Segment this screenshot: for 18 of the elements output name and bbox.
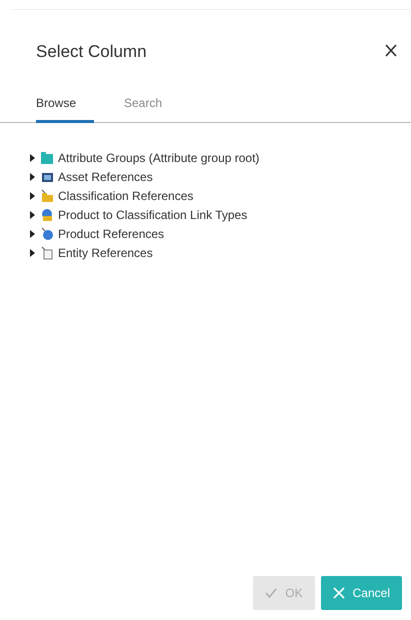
expand-arrow-icon[interactable] (28, 249, 36, 257)
expand-arrow-icon[interactable] (28, 230, 36, 238)
expand-arrow-icon[interactable] (28, 211, 36, 219)
close-icon (332, 587, 345, 599)
tree-item[interactable]: Asset References (58, 170, 153, 184)
tab[interactable]: Search (124, 92, 182, 123)
expand-arrow-icon[interactable] (28, 192, 36, 200)
tree-item[interactable]: Product to Classification Link Types (58, 208, 248, 222)
close-icon (385, 44, 397, 57)
tree-item[interactable]: Classification References (58, 189, 194, 203)
dialog-title: Select Column (36, 42, 147, 62)
expand-arrow-icon[interactable] (28, 154, 36, 162)
expand-arrow-icon[interactable] (28, 173, 36, 181)
tree-item[interactable]: Product References (58, 227, 164, 241)
check-icon (265, 587, 278, 599)
tab[interactable]: Browse (36, 92, 94, 123)
tree-item[interactable]: Attribute Groups (Attribute group root) (58, 151, 260, 165)
tree-item[interactable]: Entity References (58, 246, 153, 260)
